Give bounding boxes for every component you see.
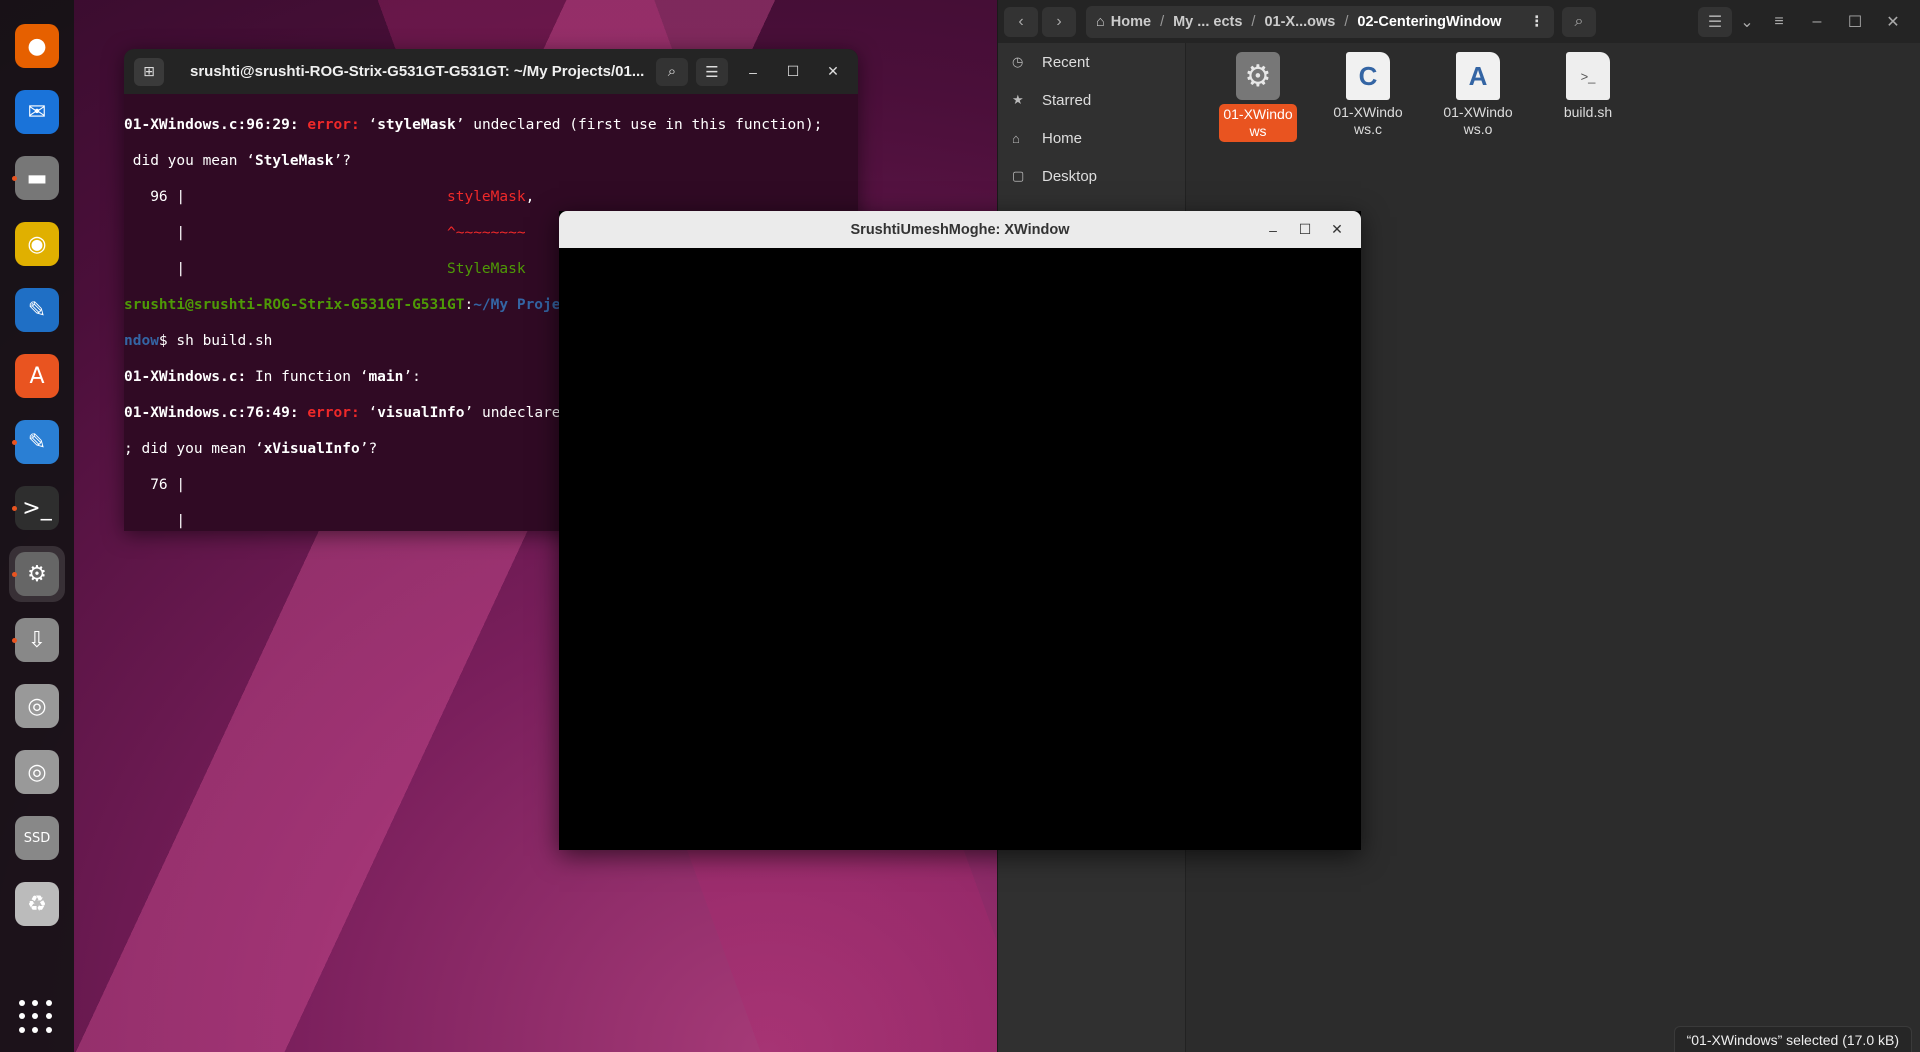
dock-item[interactable]: ✎ (9, 414, 65, 470)
hamburger-menu-icon[interactable]: ≡ (1762, 7, 1796, 37)
settings-icon: ⚙ (15, 552, 59, 596)
status-bar: “01-XWindows” selected (17.0 kB) (1673, 1026, 1912, 1052)
dock-item[interactable]: ✉ (9, 84, 65, 140)
close-icon[interactable]: ✕ (1876, 7, 1910, 37)
dock: ● ✉ ▬ ◉ ✎ A ✎ >_ ⚙ ⇩ ◎ ◎ SSD ♻ (0, 0, 74, 1052)
file-label: 01-XWindows (1219, 104, 1297, 142)
file-grid: ⚙ 01-XWindows C 01-XWindows.c A 01-XWindows.o… (1203, 52, 1643, 142)
new-tab-icon[interactable]: ⊞ (134, 57, 164, 86)
home-icon: ⌂ (1096, 13, 1105, 30)
breadcrumb-my-projects[interactable]: My ... ects (1173, 14, 1242, 30)
home-icon: ⌂ (1012, 130, 1020, 146)
maximize-icon[interactable]: ☐ (778, 58, 808, 86)
terminal-headerbar: ⊞ srushti@srushti-ROG-Strix-G531GT-G531G… (124, 49, 858, 94)
breadcrumb-home[interactable]: Home (1111, 14, 1151, 30)
search-button[interactable]: ⌕ (1562, 6, 1596, 37)
xwindow-titlebar: SrushtiUmeshMoghe: XWindow – ☐ ✕ (559, 211, 1361, 248)
app-grid-icon[interactable] (19, 1000, 53, 1034)
dock-item[interactable]: ● (9, 18, 65, 74)
dock-item[interactable]: ▬ (9, 150, 65, 206)
trash-icon: ♻ (15, 882, 59, 926)
xwindow-title: SrushtiUmeshMoghe: XWindow (850, 221, 1070, 238)
sidebar-item-label: Starred (1042, 91, 1092, 109)
breadcrumb-separator: / (1344, 13, 1349, 30)
dock-item[interactable]: ◉ (9, 216, 65, 272)
desktop-icon: ▢ (1012, 168, 1025, 183)
executable-icon: ⚙ (1236, 52, 1280, 100)
firefox-icon: ● (15, 24, 59, 68)
shell-script-icon: >_ (1566, 52, 1610, 100)
chevron-down-icon[interactable]: ⌄ (1736, 7, 1758, 37)
xwindow[interactable]: SrushtiUmeshMoghe: XWindow – ☐ ✕ (559, 211, 1361, 850)
dock-item[interactable]: A (9, 348, 65, 404)
maximize-icon[interactable]: ☐ (1838, 7, 1872, 37)
dock-item[interactable]: SSD (9, 810, 65, 866)
file-item[interactable]: A 01-XWindows.o (1423, 52, 1533, 142)
terminal-line: did you mean ‘StyleMask’? (124, 153, 351, 169)
dock-item[interactable]: ⚙ (9, 546, 65, 602)
dock-item[interactable]: ✎ (9, 282, 65, 338)
dock-item[interactable]: ◎ (9, 744, 65, 800)
kebab-menu-icon[interactable]: ⋮ (1530, 14, 1545, 30)
breadcrumb-separator: / (1160, 13, 1165, 30)
terminal-title: srushti@srushti-ROG-Strix-G531GT-G531GT:… (190, 63, 645, 80)
c-source-icon: C (1346, 52, 1390, 100)
file-label: 01-XWindows.c (1333, 104, 1403, 137)
ssd-icon: SSD (15, 816, 59, 860)
rhythmbox-icon: ◉ (15, 222, 59, 266)
object-file-icon: A (1456, 52, 1500, 100)
maximize-icon[interactable]: ☐ (1289, 221, 1321, 238)
sidebar-item-desktop[interactable]: ▢ Desktop (998, 157, 1185, 195)
dock-item[interactable]: ⇩ (9, 612, 65, 668)
terminal-line: 01-XWindows.c:96:29: error: ‘styleMask’ … (124, 117, 823, 133)
running-indicator (12, 638, 17, 643)
hamburger-menu-icon[interactable]: ☰ (696, 57, 728, 86)
minimize-icon[interactable]: – (1257, 222, 1289, 238)
thunderbird-icon: ✉ (15, 90, 59, 134)
close-icon[interactable]: ✕ (1321, 221, 1353, 238)
sidebar-item-home[interactable]: ⌂ Home (998, 119, 1185, 157)
back-button[interactable]: ‹ (1004, 6, 1038, 37)
recent-icon: ◷ (1012, 54, 1024, 69)
running-indicator (12, 572, 17, 577)
disc-icon-2: ◎ (15, 750, 59, 794)
breadcrumb-xwindows[interactable]: 01-X...ows (1264, 14, 1335, 30)
close-icon[interactable]: ✕ (818, 58, 848, 86)
list-view-button[interactable]: ☰ (1698, 6, 1732, 37)
dock-item[interactable]: ◎ (9, 678, 65, 734)
search-icon[interactable]: ⌕ (656, 57, 688, 86)
writer-icon: ✎ (15, 288, 59, 332)
sidebar-item-recent[interactable]: ◷ Recent (998, 43, 1185, 81)
files-headerbar: ‹ › ⌂ Home / My ... ects / 01-X...ows / … (998, 0, 1920, 43)
running-indicator (12, 440, 17, 445)
files-icon: ▬ (15, 156, 59, 200)
text-editor-icon: ✎ (15, 420, 59, 464)
disc-icon: ◎ (15, 684, 59, 728)
software-icon: A (15, 354, 59, 398)
terminal-icon: >_ (15, 486, 59, 530)
running-indicator (12, 176, 17, 181)
breadcrumb: ⌂ Home / My ... ects / 01-X...ows / 02-C… (1086, 5, 1554, 38)
file-item[interactable]: C 01-XWindows.c (1313, 52, 1423, 142)
sidebar-item-label: Home (1042, 129, 1083, 147)
sidebar-item-starred[interactable]: ★ Starred (998, 81, 1185, 119)
file-label: 01-XWindows.o (1443, 104, 1513, 137)
minimize-icon[interactable]: – (1800, 7, 1834, 37)
sidebar-item-label: Desktop (1042, 167, 1098, 185)
file-item[interactable]: >_ build.sh (1533, 52, 1643, 142)
minimize-icon[interactable]: – (738, 58, 768, 86)
dock-item[interactable]: ♻ (9, 876, 65, 932)
breadcrumb-current[interactable]: 02-CenteringWindow (1357, 14, 1501, 30)
sidebar-item-label: Recent (1042, 53, 1090, 71)
file-item[interactable]: ⚙ 01-XWindows (1203, 52, 1313, 142)
running-indicator (12, 506, 17, 511)
terminal-line: 96 | styleMask, (124, 189, 535, 205)
usb-icon: ⇩ (15, 618, 59, 662)
file-label: build.sh (1563, 104, 1613, 120)
starred-icon: ★ (1012, 92, 1024, 107)
dock-item[interactable]: >_ (9, 480, 65, 536)
forward-button[interactable]: › (1042, 6, 1076, 37)
breadcrumb-separator: / (1251, 13, 1256, 30)
